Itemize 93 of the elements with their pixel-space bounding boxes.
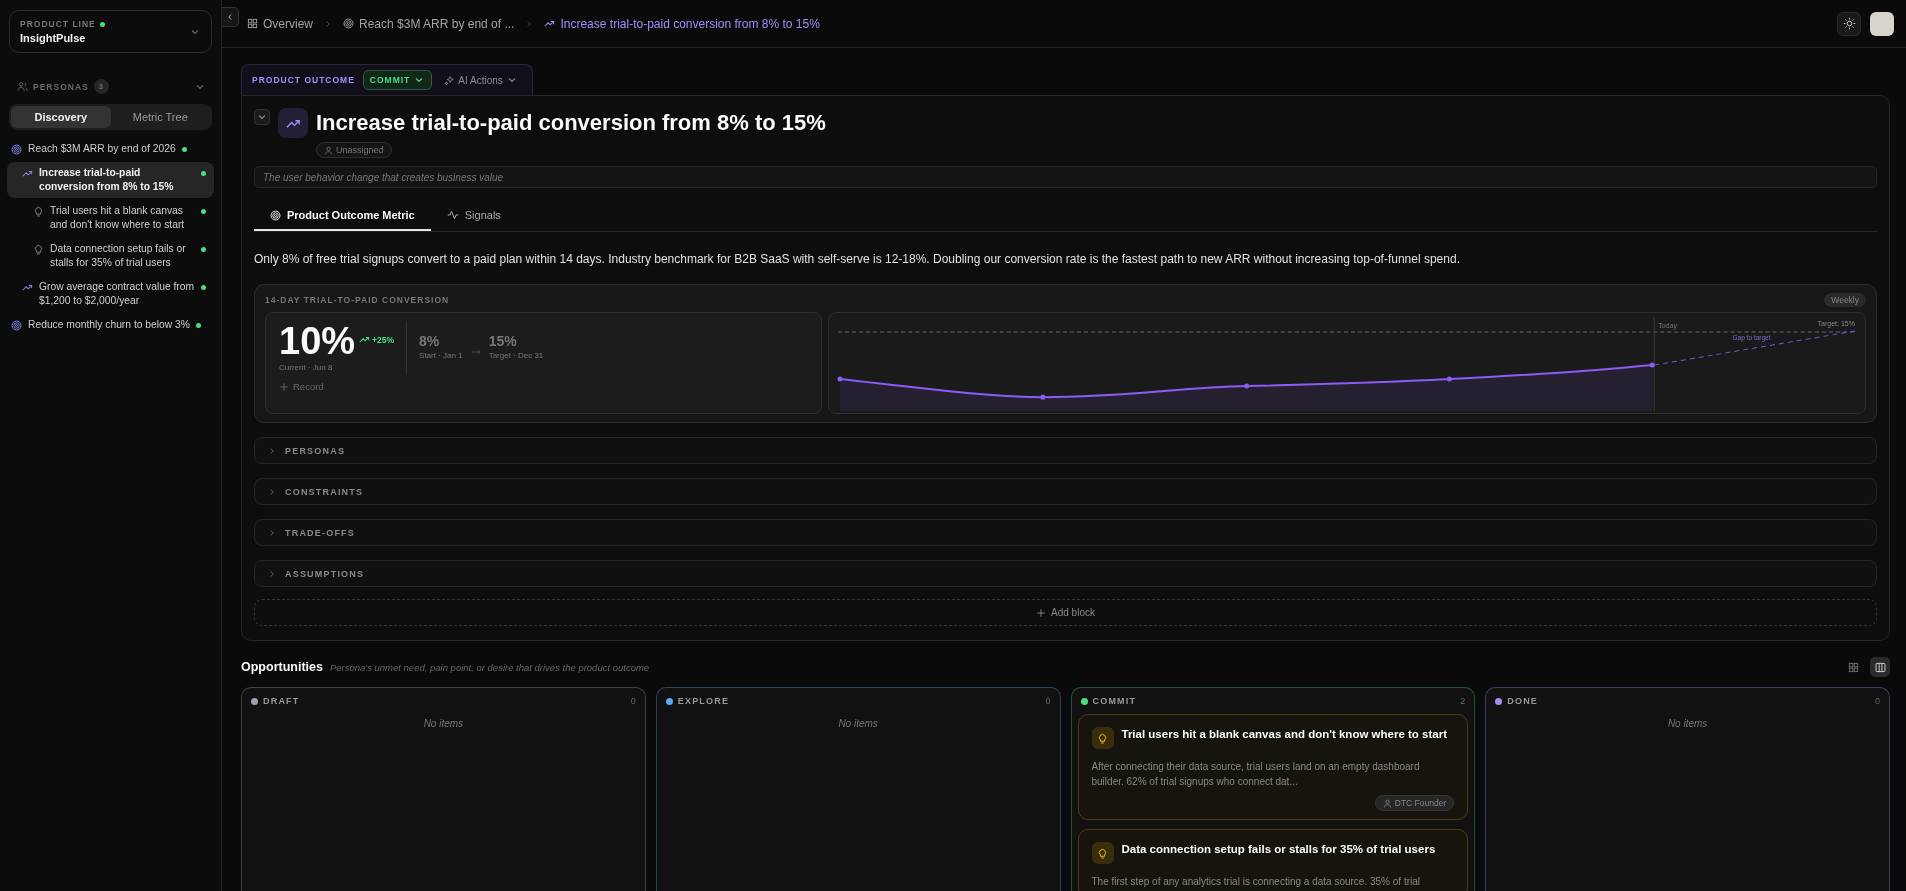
view-tab[interactable]: Discovery [11, 106, 111, 128]
status-dot [201, 247, 206, 252]
empty-state-text: No items [1666, 718, 1709, 729]
sun-icon [1842, 17, 1856, 30]
card-title: Data connection setup fails or stalls for 35% of trial users [1121, 842, 1436, 857]
pulse-icon [446, 209, 459, 221]
opportunities-title: Opportunities [241, 660, 323, 674]
outcome-summary: Only 8% of free trial signups convert to a paid plan within 14 days. Industry benchmark for B2B SaaS with self-serve is 12-18%. Doubling our conversion rate is the fastest path to new ARR without increasing top-of-funnel spend. [254, 252, 1461, 266]
status-dot [201, 285, 206, 290]
tree-item[interactable]: Reach $3M ARR by end of 2026 [7, 138, 214, 160]
opportunities-subtitle: Persona's unmet need, pain point, or desire that drives the product outcome [329, 661, 651, 673]
tree-item[interactable]: Data connection setup fails or stalls for 35% of trial users [7, 238, 214, 274]
sparkle-icon [444, 74, 456, 86]
view-mode-button[interactable] [1870, 657, 1890, 677]
collapse-button[interactable] [254, 109, 270, 125]
start-value: 8% [419, 333, 441, 349]
metric-name: 14-DAY TRIAL-TO-PAID CONVERSION [265, 295, 450, 305]
trend-icon [22, 282, 33, 293]
status-dot [201, 171, 206, 176]
change-indicator: +25% [359, 334, 395, 345]
period-selector[interactable]: Weekly [1824, 293, 1866, 307]
tree-item[interactable]: Reduce monthly churn to below 3% [7, 314, 214, 336]
trend-icon [22, 168, 33, 179]
add-block-button[interactable]: Add block [254, 599, 1877, 626]
current-value: 10% [279, 321, 356, 361]
tree-item[interactable]: Grow average contract value from $1,200 to $2,000/year [7, 276, 214, 312]
lightbulb-icon [33, 206, 44, 217]
user-icon [1382, 798, 1392, 808]
trend-icon [544, 18, 556, 29]
ai-actions-button[interactable]: AI Actions [440, 74, 522, 86]
grid-icon [247, 18, 258, 29]
target-value: 15% [488, 333, 518, 349]
breadcrumb-link[interactable]: Increase trial-to-paid conversion from 8% to 15% [544, 16, 820, 31]
tree-item[interactable]: Trial users hit a blank canvas and don't know where to start [7, 200, 214, 236]
product-line-selector[interactable]: PRODUCT LINE InsightPulse [9, 10, 212, 53]
content-tab[interactable]: Product Outcome Metric [254, 200, 431, 231]
product-line-name: InsightPulse [20, 32, 87, 44]
section-toggle[interactable]: TRADE-OFFS [254, 519, 1877, 546]
target-icon [11, 144, 22, 155]
trend-icon [359, 334, 371, 345]
column-count: 2 [1460, 696, 1466, 706]
plus-icon [1036, 607, 1047, 618]
opportunity-card[interactable]: Data connection setup fails or stalls for 35% of trial users The first step of any analytics trial is connecting a data source. 35% of trial [1077, 829, 1469, 891]
tree-item[interactable]: Increase trial-to-paid conversion from 8% to 15% [7, 162, 214, 198]
column-name: EXPLORE [677, 696, 731, 706]
column-count: 0 [1875, 696, 1880, 706]
outcome-type-label: PRODUCT OUTCOME [252, 75, 355, 85]
target-caption: Target · Dec 31 [488, 351, 544, 360]
status-dot [99, 21, 105, 27]
lightbulb-icon [33, 244, 44, 255]
start-caption: Start · Jan 1 [419, 351, 463, 360]
status-dropdown[interactable]: COMMIT [362, 70, 433, 90]
assignee-button[interactable]: Unassigned [316, 142, 392, 158]
target-icon [343, 18, 354, 29]
plus-icon [279, 381, 289, 392]
card-description: After connecting their data source, trial users land on an empty dashboard builder. 62% of trial signups who connect dat... [1091, 760, 1421, 789]
status-dot [201, 209, 206, 214]
section-toggle[interactable]: ASSUMPTIONS [254, 560, 1877, 587]
column-name: DRAFT [263, 696, 301, 706]
lightbulb-icon [1097, 732, 1108, 744]
empty-state-text: No items [837, 718, 879, 729]
user-icon [324, 145, 333, 155]
theme-toggle-button[interactable] [1837, 11, 1861, 36]
empty-state-text: No items [422, 718, 465, 729]
breadcrumb-link[interactable]: Reach $3M ARR by end of ... [343, 16, 515, 31]
personas-count-badge: 3 [93, 79, 109, 94]
product-line-label: PRODUCT LINE [20, 19, 96, 29]
lightbulb-icon [1097, 847, 1108, 859]
avatar-placeholder[interactable] [1870, 11, 1894, 36]
personas-label: PERSONAS [33, 81, 89, 92]
grid-icon [1847, 661, 1859, 673]
breadcrumb-link[interactable]: Overview [247, 16, 313, 31]
target-icon [11, 320, 22, 331]
people-icon [17, 81, 28, 92]
description-field[interactable]: The user behavior change that creates business value [254, 166, 1877, 188]
opportunity-card[interactable]: Trial users hit a blank canvas and don't know where to start After connecting their data source, trial users land on an empty dashboard builder. 62% of trial signups who connect dat... DTC Founder [1077, 714, 1469, 820]
column-count: 0 [1045, 696, 1051, 706]
status-dot [181, 147, 187, 152]
view-tab[interactable]: Metric Tree [110, 106, 210, 128]
column-count: 0 [630, 696, 636, 706]
columns-icon [1874, 661, 1886, 673]
card-title: Trial users hit a blank canvas and don't know where to start [1121, 727, 1447, 742]
content-tab[interactable]: Signals [430, 200, 517, 231]
current-caption: Current · Jun 8 [279, 363, 334, 372]
section-toggle[interactable]: PERSONAS [254, 437, 1877, 464]
column-name: DONE [1507, 696, 1540, 706]
card-description: The first step of any analytics trial is connecting a data source. 35% of trial [1091, 875, 1421, 889]
status-dot [196, 323, 201, 328]
persona-tag: DTC Founder [1374, 795, 1455, 811]
section-toggle[interactable]: CONSTRAINTS [254, 478, 1877, 505]
column-name: COMMIT [1092, 696, 1138, 706]
target-icon [270, 209, 281, 221]
outcome-title: Increase trial-to-paid conversion from 8% to 15% [316, 110, 826, 136]
